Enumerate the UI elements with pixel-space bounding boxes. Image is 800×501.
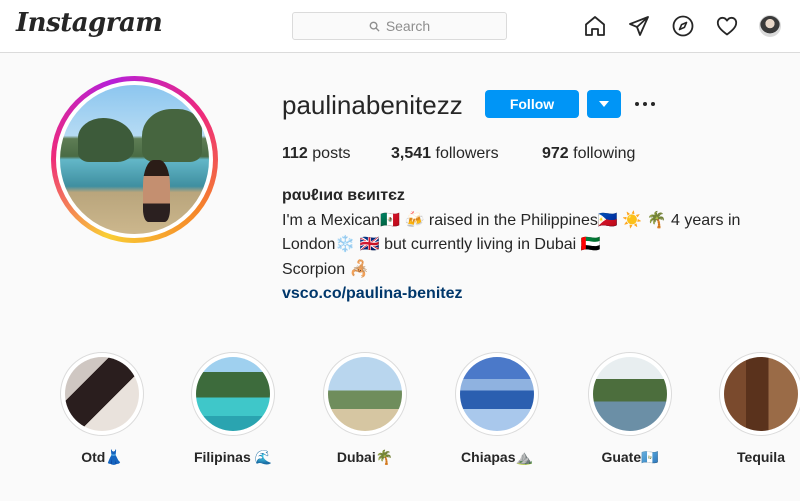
bio-line: I'm a Mexican🇲🇽 🍻 raised in the Philippi…: [282, 211, 741, 229]
direct-message-icon[interactable]: [627, 14, 651, 38]
user-avatar[interactable]: [759, 15, 781, 37]
highlight-label: Dubai🌴: [336, 449, 394, 465]
highlight-filipinas[interactable]: Filipinas 🌊: [188, 352, 278, 466]
highlight-cover: [328, 357, 402, 431]
highlight-cover: [196, 357, 270, 431]
chevron-down-icon: [599, 101, 609, 107]
followers-label: followers: [435, 145, 499, 162]
profile-picture: [60, 85, 209, 234]
search-icon: [369, 21, 380, 32]
posts-stat: 112 posts: [282, 145, 351, 163]
search-placeholder: Search: [385, 18, 431, 34]
website-link[interactable]: vsco.co/paulina-benitez: [282, 282, 782, 307]
full-name: pαυℓιиα вєиιтєz: [282, 187, 405, 204]
highlight-cover: [460, 357, 534, 431]
more-options-button[interactable]: [635, 95, 659, 113]
followers-stat[interactable]: 3,541 followers: [391, 145, 499, 163]
highlight-label: Tequila: [737, 449, 785, 465]
dot-icon: [651, 102, 655, 106]
highlight-cover: [593, 357, 667, 431]
heart-activity-icon[interactable]: [715, 14, 739, 38]
followers-count: 3,541: [391, 145, 432, 162]
follow-button[interactable]: Follow: [485, 90, 579, 118]
bio-line: London❄️ 🇬🇧 but currently living in Duba…: [282, 236, 601, 253]
highlight-dubai[interactable]: Dubai🌴: [320, 352, 410, 466]
highlight-otd[interactable]: Otd👗: [57, 352, 147, 466]
highlight-cover: [65, 357, 139, 431]
following-count: 972: [542, 145, 569, 162]
bio-line: Scorpion 🦂: [282, 260, 370, 278]
profile-username: paulinabenitezz: [282, 90, 463, 120]
dot-icon: [643, 102, 647, 106]
posts-label: posts: [312, 145, 351, 162]
search-input[interactable]: Search: [292, 12, 507, 40]
dot-icon: [635, 102, 639, 106]
top-navigation-bar: Instagram Search: [0, 0, 800, 53]
explore-icon[interactable]: [671, 14, 695, 38]
following-label: following: [573, 145, 636, 162]
highlight-guate[interactable]: Guate🇬🇹: [585, 352, 675, 466]
highlight-label: Filipinas 🌊: [193, 449, 273, 465]
instagram-logo[interactable]: Instagram: [16, 8, 163, 38]
highlight-chiapas[interactable]: Chiapas⛰️: [452, 352, 542, 466]
highlight-label: Otd👗: [81, 449, 123, 465]
following-stat[interactable]: 972 following: [542, 145, 635, 163]
profile-bio: pαυℓιиα вєиιтєz I'm a Mexican🇲🇽 🍻 raised…: [282, 184, 782, 307]
highlight-label: Chiapas⛰️: [461, 449, 533, 465]
posts-count: 112: [282, 145, 308, 162]
highlight-label: Guate🇬🇹: [601, 449, 659, 465]
highlight-cover: [724, 357, 798, 431]
suggested-dropdown-button[interactable]: [587, 90, 621, 118]
profile-picture-ring[interactable]: [51, 76, 218, 243]
home-icon[interactable]: [583, 14, 607, 38]
highlight-tequila[interactable]: Tequila: [716, 352, 800, 465]
